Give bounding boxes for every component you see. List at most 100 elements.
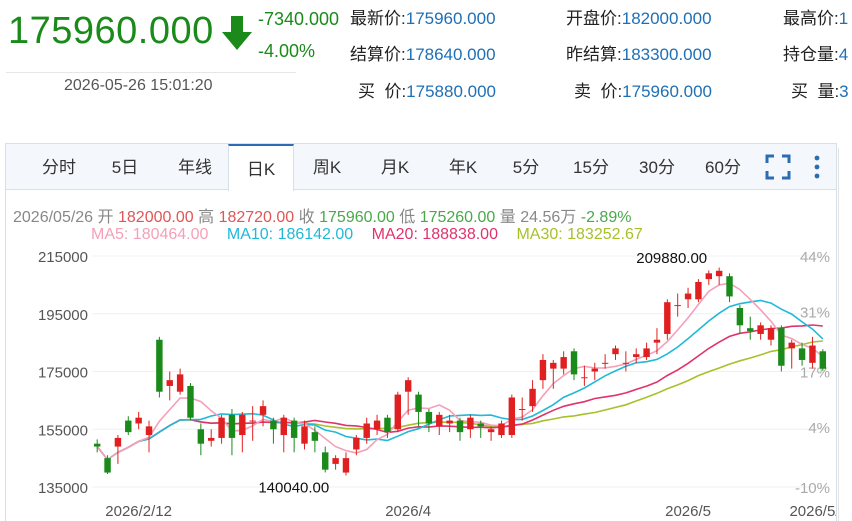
candle-body	[653, 339, 661, 343]
candle-body	[187, 385, 194, 418]
candle-body	[311, 432, 319, 441]
field-prev-settle: 昨结算:183300.000	[566, 45, 712, 64]
candle-body	[508, 397, 516, 436]
low-annotation: 140040.00	[258, 479, 329, 496]
candle-body	[280, 417, 287, 436]
candle-body	[207, 437, 215, 441]
field-bid-vol: 买 量:3	[791, 82, 849, 101]
field-open-interest: 持仓量:4	[783, 45, 849, 64]
candle-body	[436, 414, 443, 427]
field-bid: 买 价:175880.000	[358, 82, 496, 101]
candle-body	[550, 362, 557, 369]
candle-body	[166, 380, 173, 386]
candle-body	[726, 276, 733, 297]
candle-body	[363, 423, 370, 438]
candle-body	[788, 342, 795, 349]
candle-body	[404, 380, 412, 392]
candle-body	[394, 394, 402, 430]
candle-body	[705, 273, 713, 280]
candle-body	[135, 417, 142, 424]
candle-body	[93, 443, 101, 447]
candle-body	[767, 328, 775, 340]
candle-body	[612, 348, 619, 355]
candle-body	[384, 417, 391, 433]
candle-body	[622, 362, 630, 364]
candle-body	[778, 328, 785, 366]
field-last: 最新价:175960.000	[350, 9, 496, 28]
candle-body	[301, 426, 308, 444]
candle-body	[757, 325, 764, 334]
candle-body	[145, 426, 153, 436]
candle-body	[249, 420, 256, 422]
y-tick-label: 175000	[38, 365, 88, 382]
candle-body	[342, 458, 350, 473]
candle-body	[322, 452, 329, 470]
candle-body	[487, 429, 495, 433]
candle-body	[809, 345, 816, 363]
candle-body	[467, 417, 474, 430]
kline-chart[interactable]: 21500019500017500015500013500044%31%17%4…	[6, 144, 836, 521]
candle-body	[104, 458, 111, 473]
candle-body	[197, 429, 205, 444]
header-divider	[6, 72, 296, 73]
candle-body	[218, 417, 225, 438]
last-price: 175960.000	[8, 10, 214, 52]
candle-body	[353, 437, 360, 450]
y-tick-label: 215000	[38, 249, 88, 266]
y-tick-label: 135000	[38, 480, 88, 497]
candle-body	[259, 406, 267, 415]
candle-body	[425, 411, 433, 424]
candle-body	[601, 362, 609, 364]
candle-body	[684, 293, 692, 300]
right-scroll-strip	[838, 148, 852, 521]
candle-body	[747, 328, 754, 332]
y-tick-label: 155000	[38, 422, 88, 439]
pct-tick-label: -10%	[795, 480, 830, 497]
candle-body	[415, 394, 422, 412]
candle-body	[560, 357, 567, 369]
x-tick-label: 2026/5/26	[789, 503, 836, 520]
candle-body	[591, 368, 598, 372]
candle-body	[446, 420, 453, 424]
x-tick-label: 2026/5	[665, 503, 711, 520]
field-open: 开盘价:182000.000	[566, 9, 712, 28]
candle-body	[125, 420, 132, 433]
y-tick-label: 195000	[38, 307, 88, 324]
candle-body	[176, 374, 184, 392]
candle-body	[529, 388, 536, 407]
candle-body	[695, 281, 702, 300]
candle-body	[674, 305, 681, 307]
candle-body	[270, 420, 277, 430]
pct-tick-label: 44%	[800, 249, 830, 266]
candle-body	[664, 302, 671, 334]
price-change-pct: -4.00%	[258, 41, 316, 61]
candle-body	[643, 348, 650, 358]
arrow-down-icon	[222, 16, 252, 50]
candle-body	[239, 414, 246, 436]
field-high: 最高价:1	[783, 9, 849, 28]
pct-tick-label: 4%	[808, 420, 830, 437]
ma30-line	[96, 340, 823, 461]
field-ask: 卖 价:175960.000	[574, 82, 712, 101]
quote-time: 2026-05-26 15:01:20	[64, 77, 213, 94]
candle-body	[539, 359, 547, 381]
candle-body	[518, 409, 526, 411]
candle-body	[715, 270, 723, 277]
kline-panel: 分时 5日 年线 日K 周K 月K 年K 5分 15分 30分 60分 2026…	[5, 143, 837, 521]
price-change: -7340.000	[258, 9, 340, 29]
pct-tick-label: 31%	[800, 305, 830, 322]
candle-body	[477, 423, 484, 427]
candle-body	[114, 437, 122, 447]
candle-body	[156, 339, 163, 392]
candle-body	[373, 420, 381, 430]
candle-body	[290, 420, 298, 438]
candle-body	[819, 351, 827, 369]
candle-body	[332, 458, 339, 464]
candle-body	[570, 351, 578, 375]
candle-body	[228, 414, 236, 438]
field-settle: 结算价:178640.000	[350, 45, 496, 64]
candle-body	[633, 354, 640, 358]
high-annotation: 209880.00	[636, 250, 707, 267]
candle-body	[798, 348, 806, 360]
candle-body	[498, 423, 505, 436]
